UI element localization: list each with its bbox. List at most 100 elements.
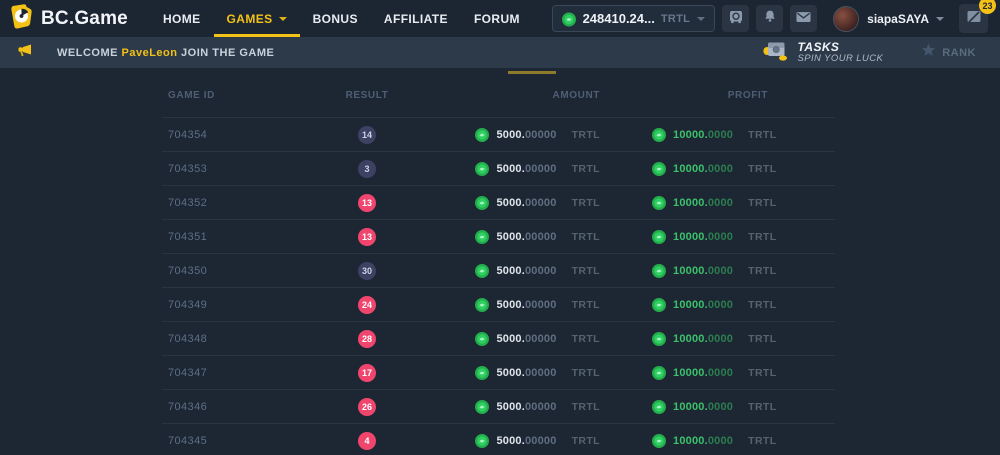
topbar: BC.Game HOME GAMES BONUS AFFILIATE FORUM… [0,0,1000,37]
table-row[interactable]: 704350 30 5000.00000 TRTL 10000.0000 TRT… [162,254,835,288]
game-id-cell: 704353 [162,163,302,175]
game-id-cell: 704346 [162,401,302,413]
turtlecoin-icon [562,12,576,26]
turtlecoin-icon [475,264,489,278]
profit-currency: TRTL [748,197,776,209]
chat-unread-badge: 23 [979,0,996,14]
rank-label: RANK [942,47,976,59]
turtlecoin-icon [475,196,489,210]
result-badge: 4 [358,432,376,450]
user-menu[interactable]: siapaSAYA [833,6,944,32]
result-badge: 3 [358,160,376,178]
profit-currency: TRTL [748,401,776,413]
profit-value: 10000.0000 [673,265,733,277]
rank-widget[interactable]: RANK [921,43,976,62]
amount-value: 5000.00000 [496,231,556,243]
profit-cell: 10000.0000 TRTL [652,332,844,346]
amount-value: 5000.00000 [496,435,556,447]
result-cell: 17 [302,364,432,382]
mail-icon [796,10,811,28]
table-row[interactable]: 704351 13 5000.00000 TRTL 10000.0000 TRT… [162,220,835,254]
result-badge: 28 [358,330,376,348]
amount-currency: TRTL [572,401,600,413]
turtlecoin-icon [652,230,666,244]
result-cell: 13 [302,228,432,246]
messages-button[interactable] [790,5,817,32]
chevron-down-icon [697,17,705,21]
chat-button[interactable]: 23 [959,4,988,33]
amount-cell: 5000.00000 TRTL [432,264,652,278]
turtlecoin-icon [475,230,489,244]
amount-value: 5000.00000 [496,333,556,345]
table-row[interactable]: 704346 26 5000.00000 TRTL 10000.0000 TRT… [162,390,835,424]
profit-value: 10000.0000 [673,231,733,243]
result-cell: 3 [302,160,432,178]
table-row[interactable]: 704348 28 5000.00000 TRTL 10000.0000 TRT… [162,322,835,356]
table-row[interactable]: 704347 17 5000.00000 TRTL 10000.0000 TRT… [162,356,835,390]
amount-currency: TRTL [572,333,600,345]
balance-selector[interactable]: 248410.24... TRTL [552,5,716,32]
result-badge: 14 [358,126,376,144]
result-cell: 28 [302,330,432,348]
result-badge: 17 [358,364,376,382]
header-profit: PROFIT [652,90,835,101]
amount-currency: TRTL [572,265,600,277]
profit-value: 10000.0000 [673,129,733,141]
amount-cell: 5000.00000 TRTL [432,196,652,210]
nav-item-bonus[interactable]: BONUS [300,0,371,37]
brand-logo[interactable]: BC.Game [10,4,128,34]
nav-item-forum[interactable]: FORUM [461,0,533,37]
notifications-button[interactable] [756,5,783,32]
table-row[interactable]: 704349 24 5000.00000 TRTL 10000.0000 TRT… [162,288,835,322]
turtlecoin-icon [475,128,489,142]
amount-cell: 5000.00000 TRTL [432,162,652,176]
table-row[interactable]: 704352 13 5000.00000 TRTL 10000.0000 TRT… [162,186,835,220]
table-body: 704354 14 5000.00000 TRTL 10000.0000 TRT… [162,118,835,455]
bell-icon [763,9,777,28]
tasks-text: TASKS SPIN YOUR LUCK [798,41,884,64]
turtlecoin-icon [652,298,666,312]
game-id-cell: 704351 [162,231,302,243]
profit-currency: TRTL [748,367,776,379]
vault-button[interactable] [722,5,749,32]
game-id-cell: 704345 [162,435,302,447]
profit-cell: 10000.0000 TRTL [652,264,844,278]
chevron-down-icon [279,17,287,21]
turtlecoin-icon [475,434,489,448]
turtlecoin-icon [475,332,489,346]
amount-value: 5000.00000 [496,367,556,379]
amount-currency: TRTL [572,299,600,311]
profit-currency: TRTL [748,231,776,243]
game-id-cell: 704354 [162,129,302,141]
nav-item-affiliate[interactable]: AFFILIATE [371,0,461,37]
amount-cell: 5000.00000 TRTL [432,366,652,380]
active-tab-indicator[interactable] [508,71,556,74]
result-cell: 4 [302,432,432,450]
table-row[interactable]: 704354 14 5000.00000 TRTL 10000.0000 TRT… [162,118,835,152]
balance-amount: 248410.24... [583,11,655,26]
profit-value: 10000.0000 [673,401,733,413]
treasure-chest-icon [763,40,790,66]
profit-currency: TRTL [748,265,776,277]
result-cell: 24 [302,296,432,314]
tasks-widget[interactable]: TASKS SPIN YOUR LUCK [763,40,884,66]
result-cell: 30 [302,262,432,280]
turtlecoin-icon [652,434,666,448]
turtlecoin-icon [475,298,489,312]
nav-item-games[interactable]: GAMES [214,0,300,37]
nav-item-home[interactable]: HOME [150,0,214,37]
tasks-subtitle: SPIN YOUR LUCK [798,53,884,64]
amount-cell: 5000.00000 TRTL [432,230,652,244]
profit-value: 10000.0000 [673,367,733,379]
topbar-right: 248410.24... TRTL siapaSAYA [552,4,988,33]
table-row[interactable]: 704345 4 5000.00000 TRTL 10000.0000 TRTL [162,424,835,455]
result-badge: 30 [358,262,376,280]
profit-cell: 10000.0000 TRTL [652,366,844,380]
result-cell: 14 [302,126,432,144]
chat-icon [966,9,982,29]
table-row[interactable]: 704353 3 5000.00000 TRTL 10000.0000 TRTL [162,152,835,186]
profit-value: 10000.0000 [673,299,733,311]
announcement-banner: WELCOME PaveLeon JOIN THE GAME TASKS SPI… [0,37,1000,68]
turtlecoin-icon [652,196,666,210]
amount-currency: TRTL [572,367,600,379]
